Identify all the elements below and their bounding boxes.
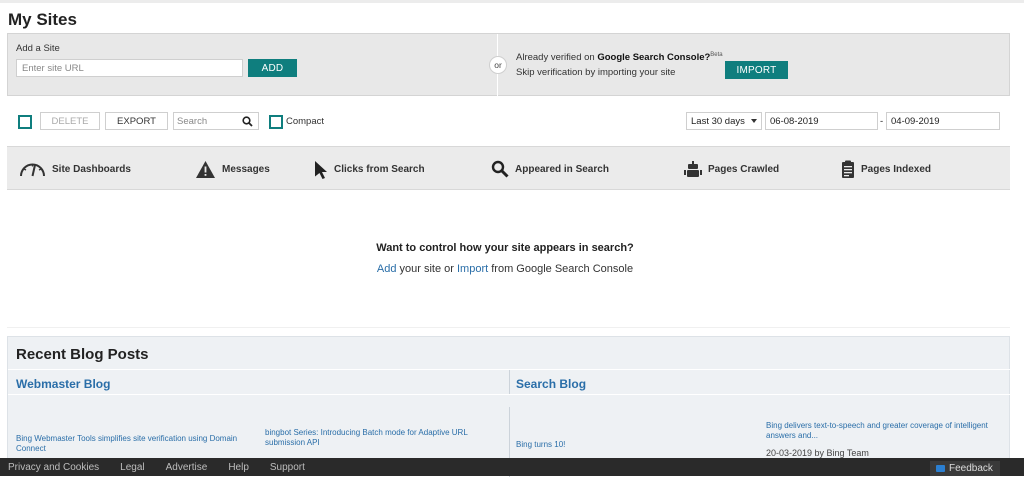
beta-badge: Beta [710, 52, 723, 58]
tab-clicks-from-search[interactable]: Clicks from Search [314, 157, 425, 181]
blog-header-divider [8, 394, 1011, 395]
blog-section-title: Recent Blog Posts [16, 346, 149, 363]
feedback-label: Feedback [949, 463, 993, 474]
compact-checkbox[interactable] [269, 115, 283, 129]
blog-post-link[interactable]: Bing turns 10! [516, 440, 716, 450]
tab-pages-indexed[interactable]: Pages Indexed [841, 157, 931, 181]
add-site-link[interactable]: Add [377, 263, 397, 275]
empty-state-middle: your site or [396, 263, 457, 275]
blog-post-link[interactable]: Bing Webmaster Tools simplifies site ver… [16, 434, 256, 454]
blog-column-divider [509, 370, 510, 394]
warning-icon [196, 160, 215, 178]
footer-link-privacy[interactable]: Privacy and Cookies [8, 462, 99, 473]
import-prompt: Already verified on Google Search Consol… [516, 52, 723, 63]
empty-state-tail: from Google Search Console [488, 263, 634, 275]
chat-icon [936, 465, 945, 472]
recent-blog-panel: Recent Blog Posts Webmaster Blog Search … [7, 336, 1011, 477]
date-range-select[interactable]: Last 30 days [686, 112, 762, 130]
footer-link-support[interactable]: Support [270, 462, 305, 473]
tab-label: Pages Indexed [861, 163, 932, 175]
site-url-input[interactable] [16, 59, 243, 77]
section-divider [7, 327, 1010, 328]
search-blog-title[interactable]: Search Blog [516, 377, 586, 391]
import-subtext: Skip verification by importing your site [516, 67, 676, 78]
export-button[interactable]: EXPORT [105, 112, 168, 130]
blog-post-date: 20-03-2019 by Bing Team [766, 448, 869, 458]
footer-link-legal[interactable]: Legal [120, 462, 144, 473]
date-from-field[interactable]: 06-08-2019 [765, 112, 878, 130]
date-separator: - [880, 116, 884, 127]
feedback-button[interactable]: Feedback [930, 461, 1000, 476]
import-prompt-prefix: Already verified on [516, 52, 598, 64]
cursor-icon [315, 160, 327, 179]
magnifier-icon [491, 160, 509, 178]
empty-state-heading: Want to control how your site appears in… [376, 242, 634, 254]
page-footer: Privacy and Cookies Legal Advertise Help… [0, 458, 1024, 476]
tab-label: Pages Crawled [708, 163, 780, 175]
metric-tabs: Site Dashboards Messages Clicks from Sea… [7, 146, 1010, 190]
tab-pages-crawled[interactable]: Pages Crawled [684, 157, 779, 181]
add-site-label: Add a Site [16, 43, 60, 54]
tab-label: Site Dashboards [52, 163, 131, 175]
site-search-box [173, 112, 259, 130]
add-button[interactable]: ADD [248, 59, 297, 77]
delete-button[interactable]: DELETE [40, 112, 100, 130]
top-border [0, 0, 1024, 3]
or-separator: or [489, 56, 507, 74]
compact-label: Compact [286, 116, 325, 127]
sites-toolbar: DELETE EXPORT Compact Last 30 days 06-08… [0, 110, 1024, 134]
date-to-field[interactable]: 04-09-2019 [886, 112, 1000, 130]
webmaster-blog-title[interactable]: Webmaster Blog [16, 377, 110, 391]
tab-messages[interactable]: Messages [195, 157, 270, 181]
footer-link-advertise[interactable]: Advertise [166, 462, 208, 473]
empty-state-subtext: Add your site or Import from Google Sear… [0, 263, 1010, 275]
clipboard-icon [842, 160, 854, 178]
tab-label: Appeared in Search [515, 163, 609, 175]
blog-post-link[interactable]: Bing delivers text-to-speech and greater… [766, 421, 1006, 441]
robot-icon [684, 161, 702, 177]
import-button[interactable]: IMPORT [725, 61, 788, 79]
import-prompt-bold: Google Search Console? [597, 52, 711, 64]
tab-label: Clicks from Search [334, 163, 425, 175]
page-title: My Sites [8, 10, 77, 29]
gauge-icon [20, 163, 45, 177]
site-search-input[interactable] [174, 113, 236, 129]
date-range-value: Last 30 days [691, 115, 745, 127]
add-site-panel: Add a Site ADD or Already verified on Go… [7, 33, 1010, 97]
footer-link-help[interactable]: Help [228, 462, 249, 473]
select-all-checkbox[interactable] [18, 115, 32, 129]
tab-appeared-in-search[interactable]: Appeared in Search [491, 157, 609, 181]
blog-post-link[interactable]: bingbot Series: Introducing Batch mode f… [265, 428, 495, 448]
import-site-link[interactable]: Import [457, 263, 488, 275]
tab-site-dashboards[interactable]: Site Dashboards [19, 157, 131, 181]
chevron-down-icon [751, 119, 757, 123]
search-icon[interactable] [242, 116, 253, 127]
tab-label: Messages [222, 163, 270, 175]
